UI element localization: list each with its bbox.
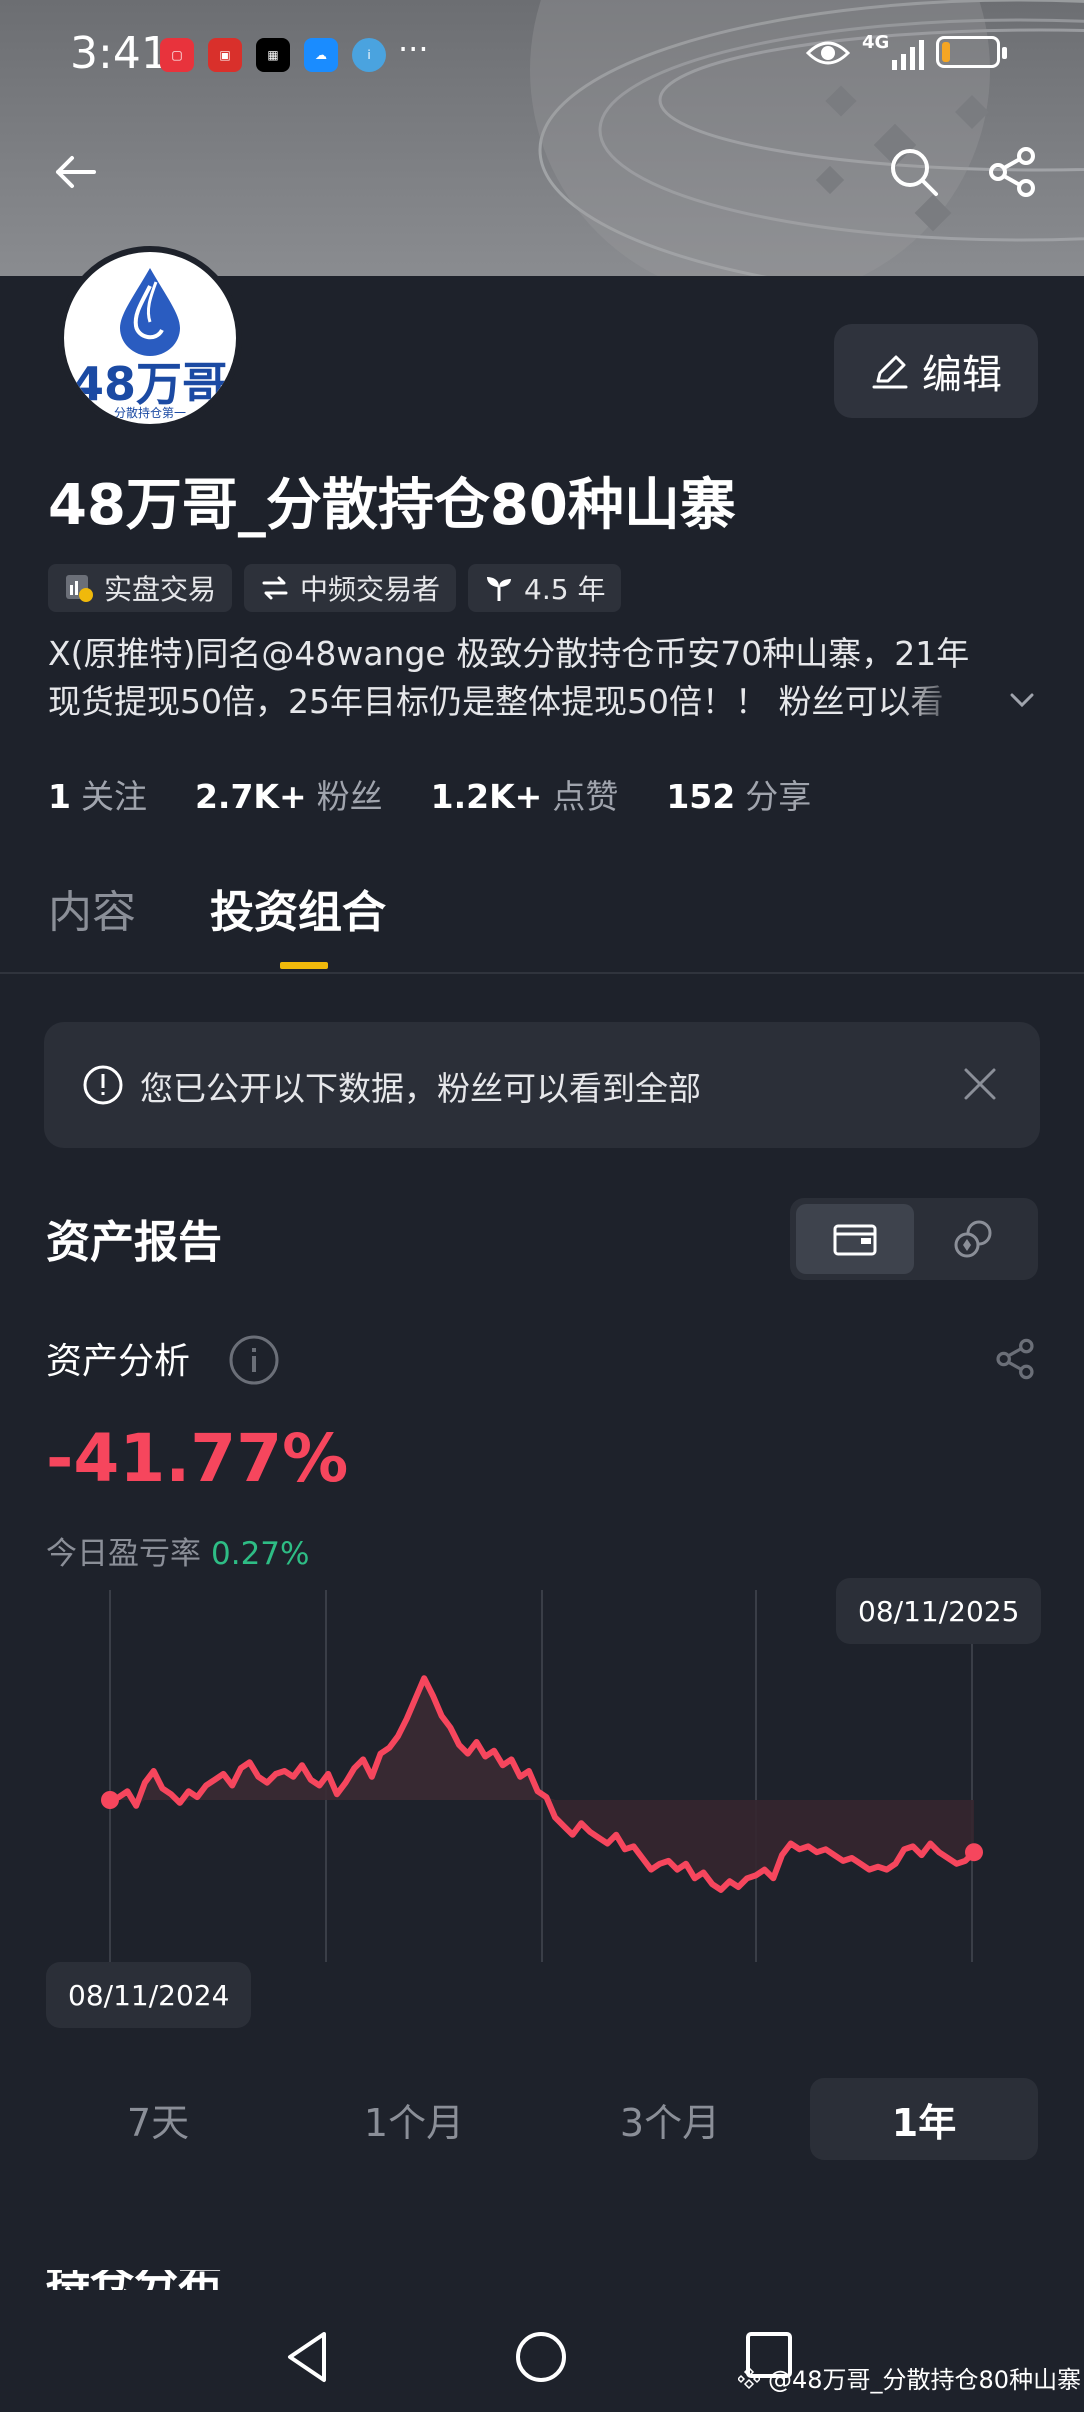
profile-name: 48万哥_分散持仓80种山寨	[48, 473, 736, 538]
tag-real-trading[interactable]: 实盘交易	[48, 564, 233, 612]
view-toggle	[790, 1198, 1038, 1280]
range-1y[interactable]: 1年	[810, 2078, 1038, 2160]
pnl-percent: -41.77%	[46, 1420, 349, 1497]
tag-label: 中频交易者	[300, 573, 441, 606]
asset-analysis-label: 资产分析	[46, 1341, 191, 1382]
wallet-view-button[interactable]	[796, 1204, 914, 1274]
chart-badge-icon	[66, 575, 93, 602]
pencil-icon	[872, 355, 908, 389]
range-7d[interactable]: 7天	[44, 2078, 272, 2160]
alert-icon	[83, 1065, 123, 1105]
bank-app-icon: ▣	[208, 38, 242, 72]
tag-label: 实盘交易	[104, 573, 217, 606]
next-section-peek: 持仓分布	[46, 2270, 1046, 2290]
chevron-down-icon[interactable]	[1008, 690, 1036, 710]
bio-line-2: 现货提现50倍，25年目标仍是整体提现50倍！！ 粉丝可以看	[48, 682, 944, 721]
nav-home-icon[interactable]	[514, 2330, 568, 2384]
network-type: 4G	[862, 32, 890, 53]
status-app-icons: ▢ ▣ ▦ ☁ i	[160, 38, 386, 72]
profile-bio[interactable]: X(原推特)同名@48wange 极致分散持仓币安70种山寨，21年 现货提现5…	[48, 630, 1034, 726]
avatar-subtext: 分散持仓第一	[113, 406, 186, 420]
status-more: ···	[398, 30, 429, 68]
bio-line-1: X(原推特)同名@48wange 极致分散持仓币安70种山寨，21年	[48, 634, 970, 673]
range-3m[interactable]: 3个月	[556, 2078, 784, 2160]
notice-banner: 您已公开以下数据，粉丝可以看到全部	[44, 1022, 1040, 1148]
profile-tags: 实盘交易 中频交易者 4.5 年	[48, 564, 622, 612]
tab-content[interactable]: 内容	[48, 876, 136, 940]
binance-logo-icon	[738, 2366, 760, 2389]
watermark: @48万哥_分散持仓80种山寨	[738, 2360, 1081, 2395]
logo-drop-icon	[120, 268, 180, 356]
info-app-icon: i	[352, 38, 386, 72]
tag-label: 4.5 年	[524, 573, 606, 606]
section-title: 资产报告	[46, 1217, 222, 1268]
edit-label: 编辑	[922, 352, 1002, 398]
chart-start-point	[101, 1791, 119, 1809]
notice-text: 您已公开以下数据，粉丝可以看到全部	[140, 1069, 701, 1108]
divider	[0, 972, 1084, 974]
chart-end-point	[965, 1843, 983, 1862]
coins-icon	[954, 1220, 992, 1258]
tag-frequency[interactable]: 中频交易者	[244, 564, 457, 612]
sprout-icon	[487, 577, 512, 601]
chart-share-icon[interactable]	[994, 1338, 1036, 1380]
cloud-app-icon: ☁	[304, 38, 338, 72]
stat-following[interactable]: 1 关注	[48, 770, 147, 818]
search-icon[interactable]	[888, 146, 940, 198]
range-1m[interactable]: 1个月	[300, 2078, 528, 2160]
daily-pnl: 今日盈亏率 0.27%	[46, 1528, 309, 1573]
avatar[interactable]: 48万哥 分散持仓第一	[58, 246, 242, 430]
status-time: 3:41	[70, 28, 169, 79]
share-icon[interactable]	[986, 146, 1038, 198]
stat-followers[interactable]: 2.7K+ 粉丝	[195, 770, 383, 818]
chart-start-date: 08/11/2024	[46, 1962, 252, 2028]
battery-icon	[936, 36, 1007, 68]
profile-stats: 1 关注 2.7K+ 粉丝 1.2K+ 点赞 152 分享	[48, 770, 811, 818]
tab-portfolio[interactable]: 投资组合	[210, 876, 386, 969]
daily-pnl-label: 今日盈亏率	[46, 1536, 201, 1572]
daily-pnl-value: 0.27%	[211, 1536, 310, 1572]
tag-years[interactable]: 4.5 年	[468, 564, 622, 612]
info-icon[interactable]	[228, 1334, 280, 1386]
watermark-text: @48万哥_分散持仓80种山寨	[768, 2366, 1082, 2394]
coins-view-button[interactable]	[914, 1204, 1032, 1274]
tab-portfolio-label: 投资组合	[210, 887, 386, 938]
stat-shares[interactable]: 152 分享	[666, 770, 811, 818]
huawei-app-icon: ▢	[160, 38, 194, 72]
wallet-icon	[833, 1224, 877, 1256]
status-bar: 3:41 ▢ ▣ ▦ ☁ i ··· 4G	[0, 0, 1084, 112]
nav-back-icon[interactable]	[284, 2330, 332, 2384]
chart-end-date: 08/11/2025	[836, 1578, 1042, 1644]
signal-icon	[892, 40, 924, 70]
edit-button[interactable]: 编辑	[834, 324, 1038, 418]
close-icon[interactable]	[962, 1066, 998, 1102]
okx-app-icon: ▦	[256, 38, 290, 72]
swap-icon	[262, 576, 288, 600]
range-selector: 7天 1个月 3个月 1年	[44, 2078, 1040, 2160]
eye-icon	[806, 41, 850, 65]
next-section-title: 持仓分布	[46, 2270, 1046, 2290]
back-arrow-icon[interactable]	[50, 146, 102, 198]
profile-tabs: 内容 投资组合	[48, 876, 386, 969]
tab-underline	[280, 962, 328, 969]
stat-likes[interactable]: 1.2K+ 点赞	[431, 770, 619, 818]
